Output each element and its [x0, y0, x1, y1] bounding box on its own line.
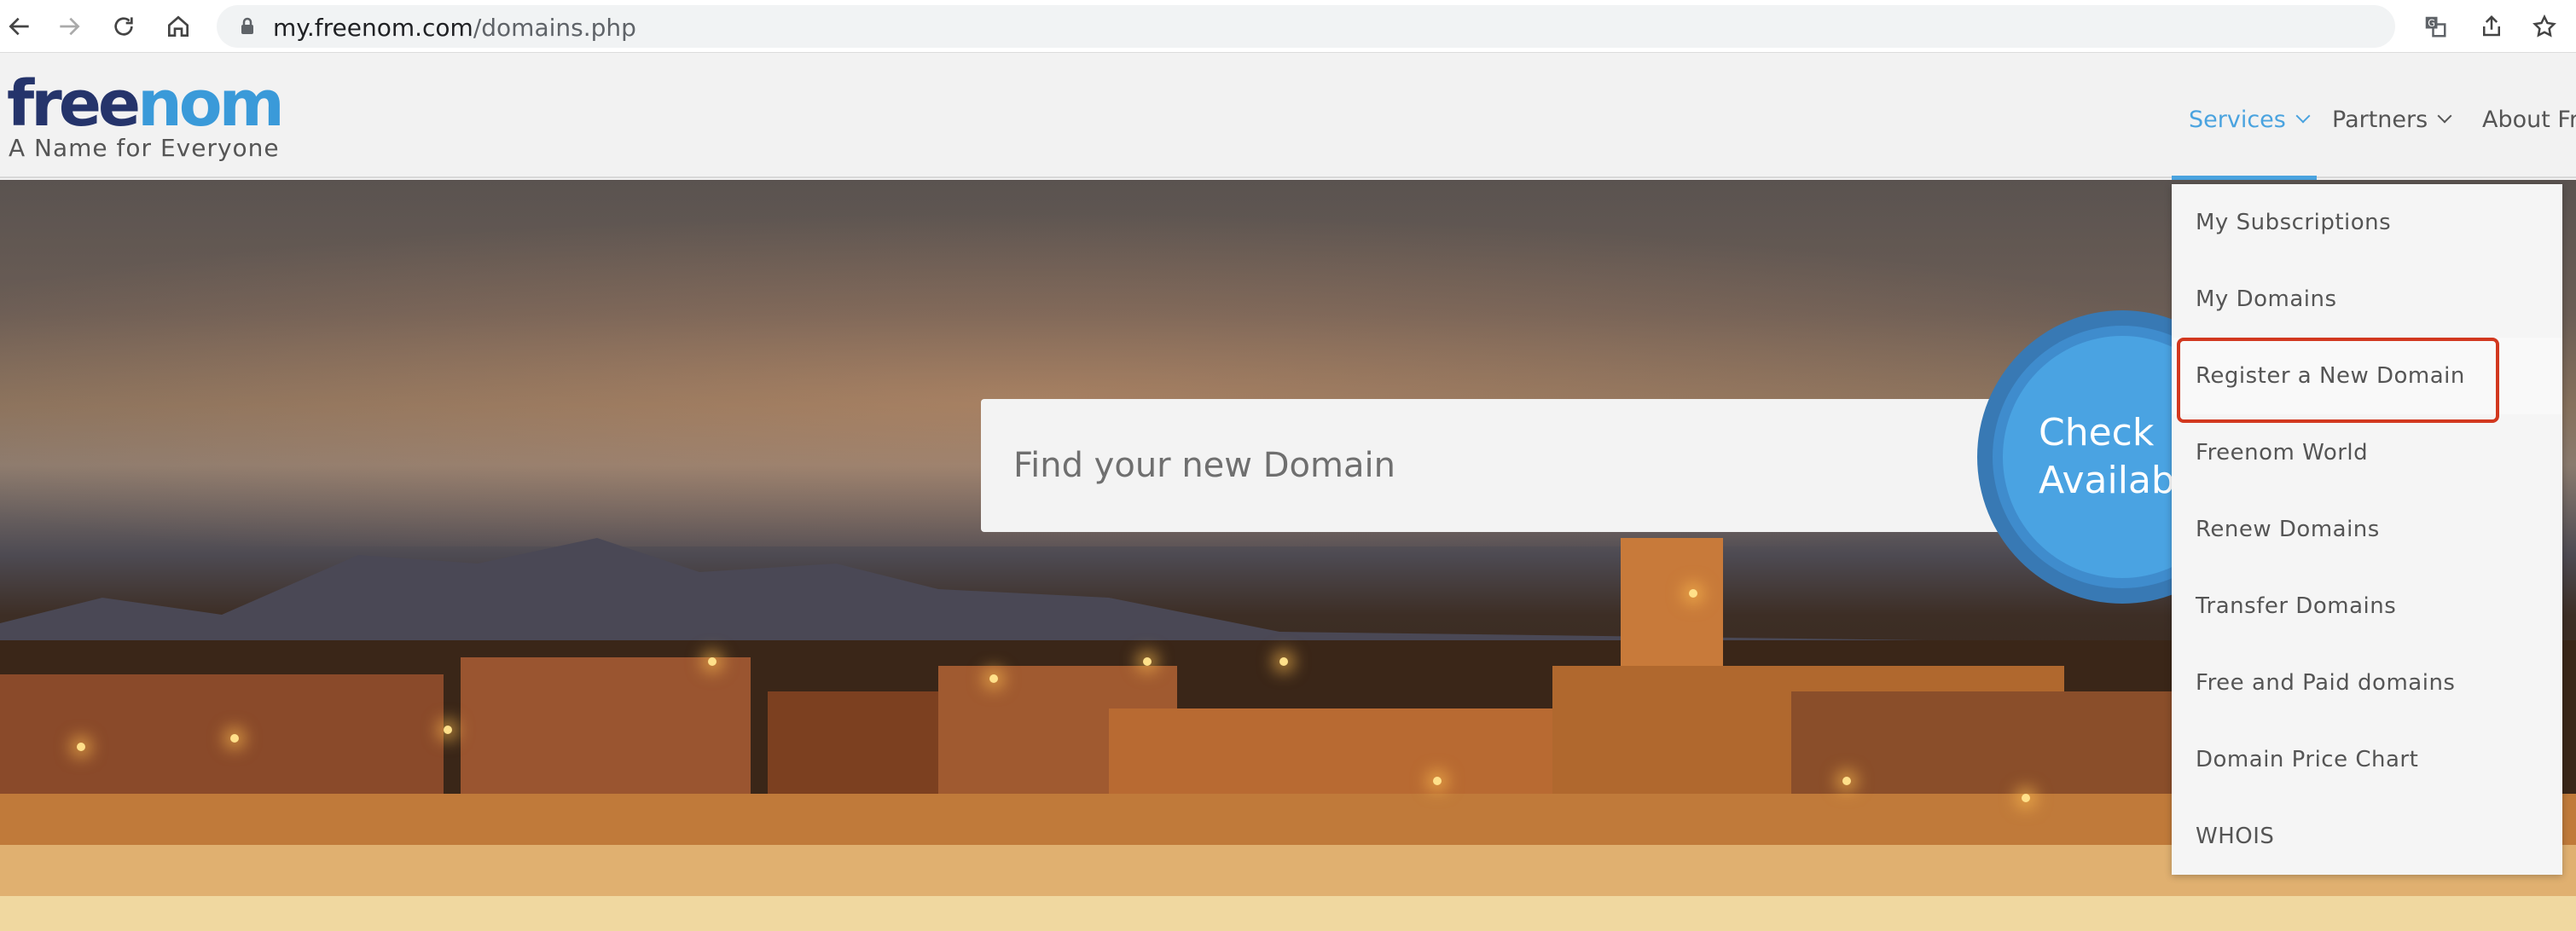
- chevron-down-icon: [2437, 108, 2452, 124]
- hero-light: [77, 743, 85, 751]
- hero-light: [230, 734, 239, 743]
- menu-item-transfer-domains[interactable]: Transfer Domains: [2172, 568, 2562, 645]
- hero-light: [1433, 777, 1442, 785]
- back-button[interactable]: [0, 7, 39, 46]
- register-domain-highlight-box: [2177, 338, 2499, 423]
- nav-partners[interactable]: Partners: [2332, 102, 2452, 136]
- logo-text-nom: nom: [137, 67, 285, 141]
- home-button[interactable]: [159, 7, 198, 46]
- reload-button[interactable]: [104, 7, 143, 46]
- url-text: my.freenom.com/domains.php: [273, 14, 636, 42]
- svg-text:G: G: [2428, 18, 2435, 29]
- hero-light: [444, 726, 452, 734]
- back-icon: [9, 17, 29, 36]
- menu-item-my-subscriptions[interactable]: My Subscriptions: [2172, 184, 2562, 261]
- url-path: /domains.php: [473, 14, 636, 42]
- hero-light: [989, 674, 998, 683]
- menu-item-whois[interactable]: WHOIS: [2172, 798, 2562, 875]
- menu-item-free-and-paid-domains[interactable]: Free and Paid domains: [2172, 645, 2562, 721]
- domain-search-input[interactable]: [1013, 442, 1952, 489]
- freenom-logo[interactable]: freenom: [7, 72, 285, 136]
- hero-light: [1279, 657, 1288, 666]
- bookmark-star-icon: [2532, 14, 2556, 38]
- hero-light: [1842, 777, 1851, 785]
- menu-item-freenom-world[interactable]: Freenom World: [2172, 414, 2562, 491]
- share-button[interactable]: [2472, 7, 2511, 46]
- browser-toolbar: my.freenom.com/domains.php G: [0, 0, 2576, 53]
- hero-light: [708, 657, 717, 666]
- lock-icon: [241, 17, 253, 34]
- forward-button[interactable]: [49, 7, 89, 46]
- address-bar[interactable]: my.freenom.com/domains.php: [217, 5, 2395, 48]
- tagline: A Name for Everyone: [9, 134, 280, 162]
- nav-partners-label: Partners: [2332, 106, 2428, 133]
- share-icon: [2483, 14, 2500, 37]
- reload-icon: [114, 17, 133, 36]
- home-icon: [168, 15, 189, 37]
- nav-services[interactable]: Services: [2189, 102, 2311, 136]
- url-host: my.freenom.com: [273, 14, 473, 42]
- site-header: freenom A Name for Everyone Services Par…: [0, 54, 2576, 178]
- menu-item-my-domains[interactable]: My Domains: [2172, 261, 2562, 338]
- bookmark-button[interactable]: [2525, 7, 2564, 46]
- nav-about[interactable]: About Fr: [2482, 102, 2576, 136]
- domain-search-box: [981, 399, 2030, 532]
- forward-icon: [60, 17, 80, 36]
- hero-light: [1689, 589, 1697, 598]
- chevron-down-icon: [2295, 108, 2311, 124]
- hero-light: [2022, 794, 2030, 802]
- translate-button[interactable]: G: [2416, 7, 2455, 46]
- hero-light: [1143, 657, 1152, 666]
- menu-item-renew-domains[interactable]: Renew Domains: [2172, 491, 2562, 568]
- nav-services-label: Services: [2189, 106, 2286, 133]
- translate-icon: G: [2425, 16, 2446, 38]
- check-label-line1: Check: [2039, 411, 2155, 454]
- services-dropdown-menu: My Subscriptions My Domains Register a N…: [2172, 184, 2562, 875]
- logo-text-free: free: [7, 67, 141, 141]
- nav-about-label: About Fr: [2482, 106, 2576, 133]
- menu-item-domain-price-chart[interactable]: Domain Price Chart: [2172, 721, 2562, 798]
